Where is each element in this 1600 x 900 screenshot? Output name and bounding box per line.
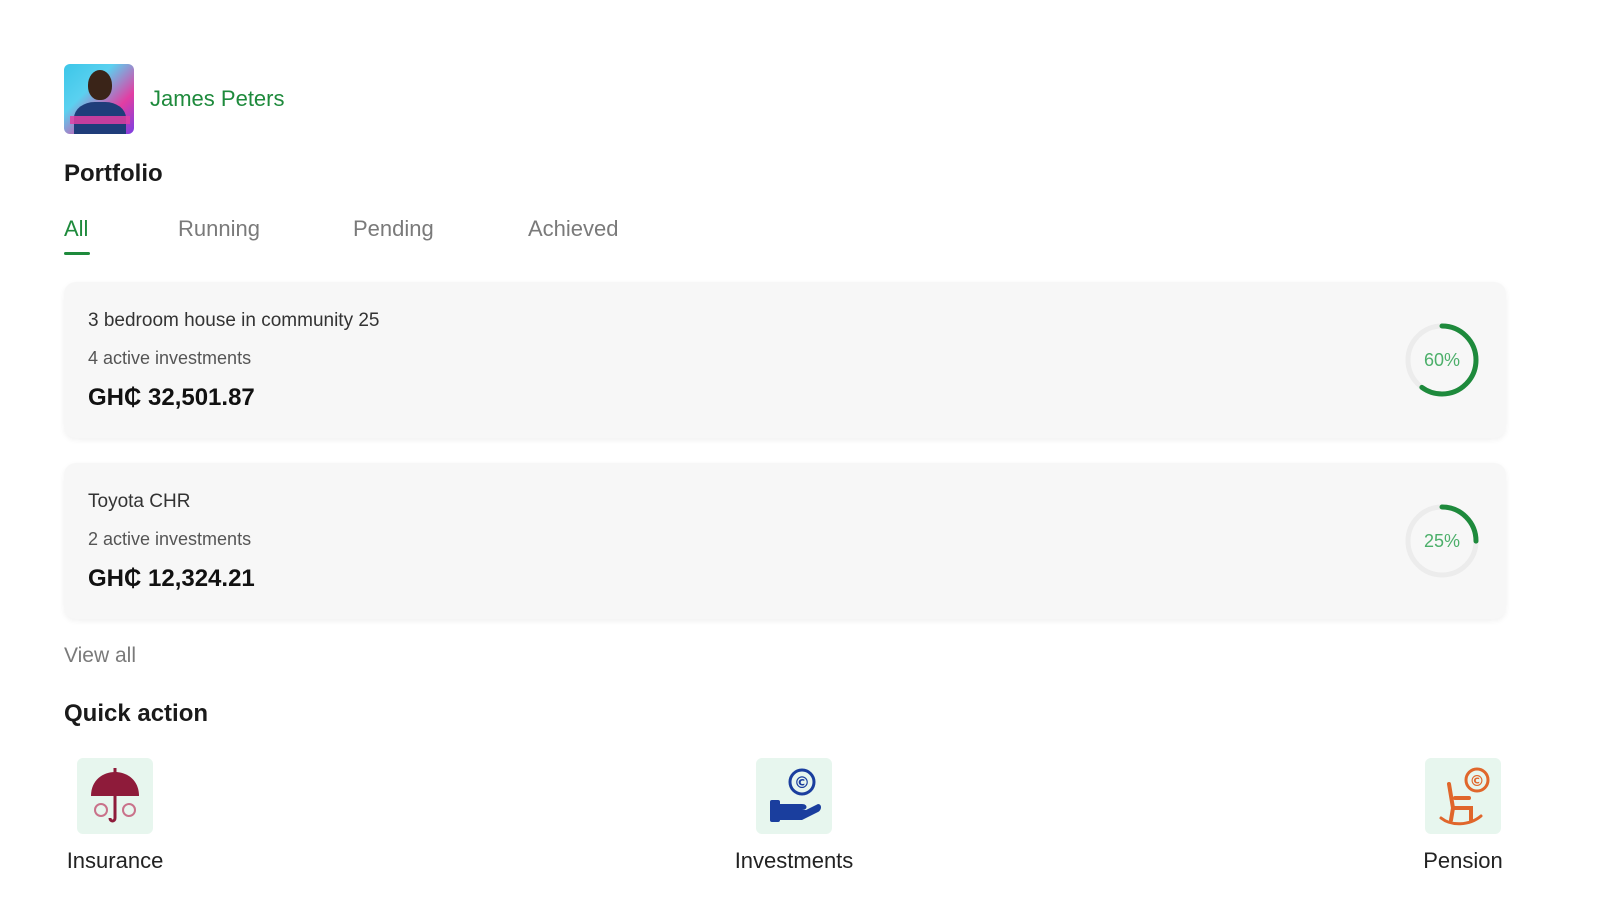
- quick-action-investments[interactable]: © Investments: [719, 758, 869, 874]
- svg-text:©: ©: [1470, 772, 1485, 790]
- avatar[interactable]: [64, 64, 134, 134]
- quick-action-insurance[interactable]: Insurance: [40, 758, 190, 874]
- portfolio-tabs: All Running Pending Achieved: [64, 216, 704, 260]
- quick-action-pension[interactable]: © Pension: [1388, 758, 1538, 874]
- view-all-link[interactable]: View all: [64, 644, 136, 668]
- insurance-tile[interactable]: [77, 758, 153, 834]
- insurance-label: Insurance: [66, 848, 164, 873]
- active-tab-indicator: [64, 252, 90, 255]
- profile-header[interactable]: James Peters: [64, 64, 285, 134]
- home-screen: James Peters Portfolio All Running Pendi…: [0, 0, 1600, 900]
- tab-running[interactable]: Running: [178, 216, 260, 242]
- tab-achieved[interactable]: Achieved: [528, 216, 619, 242]
- svg-text:©: ©: [794, 773, 810, 792]
- portfolio-card[interactable]: 3 bedroom house in community 25 4 active…: [64, 282, 1506, 438]
- tab-all[interactable]: All: [64, 216, 88, 242]
- avatar-stripe: [70, 116, 130, 124]
- umbrella-icon: [91, 768, 139, 823]
- progress-percent: 25%: [1423, 531, 1461, 551]
- rocking-chair-icon: ©: [1439, 767, 1490, 826]
- quick-action-title: Quick action: [64, 700, 209, 727]
- avatar-head: [88, 70, 112, 100]
- pension-tile[interactable]: ©: [1425, 758, 1501, 834]
- card-title: Toyota CHR: [88, 491, 191, 512]
- portfolio-card[interactable]: Toyota CHR 2 active investments GH₵ 12,3…: [64, 463, 1506, 619]
- card-title: 3 bedroom house in community 25: [88, 310, 380, 331]
- user-name[interactable]: James Peters: [150, 86, 285, 112]
- investments-tile[interactable]: ©: [756, 758, 832, 834]
- investments-label: Investments: [734, 848, 854, 873]
- tab-pending[interactable]: Pending: [353, 216, 434, 242]
- pension-label: Pension: [1423, 848, 1503, 873]
- portfolio-title: Portfolio: [64, 160, 163, 187]
- card-investment-count: 2 active investments: [88, 529, 252, 549]
- progress-ring: 25%: [1400, 499, 1484, 583]
- progress-percent: 60%: [1423, 350, 1461, 370]
- progress-ring: 60%: [1400, 318, 1484, 402]
- card-amount: GH₵ 12,324.21: [88, 565, 255, 592]
- card-investment-count: 4 active investments: [88, 348, 252, 368]
- card-amount: GH₵ 32,501.87: [88, 384, 255, 411]
- hand-coin-icon: ©: [770, 768, 821, 822]
